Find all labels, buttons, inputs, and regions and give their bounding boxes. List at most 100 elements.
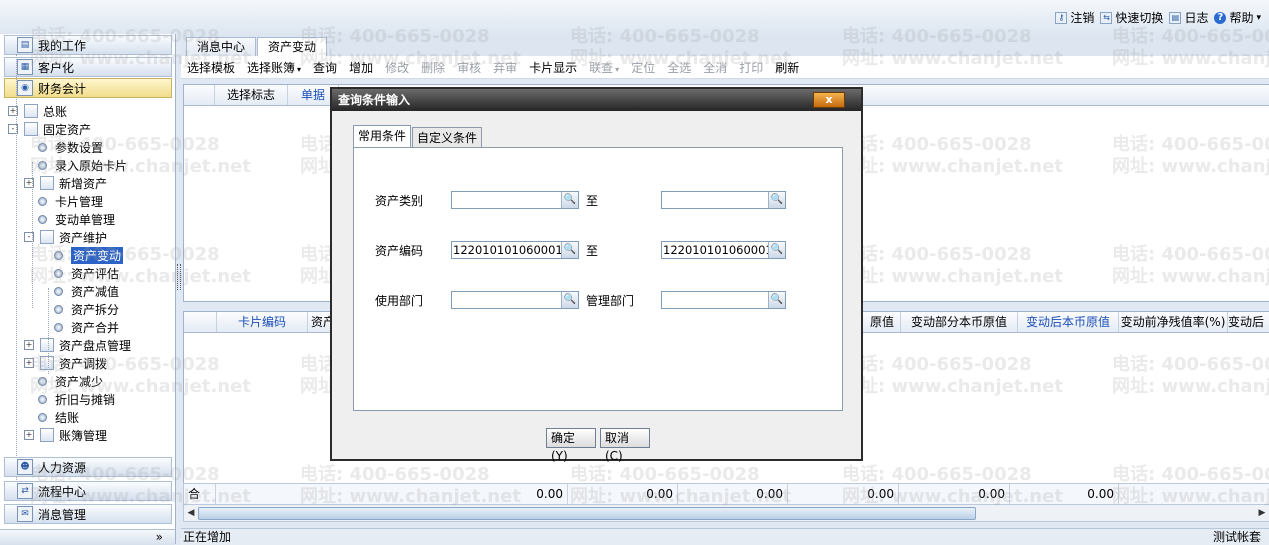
dialog-title-bar: 查询条件输入 — [332, 89, 861, 111]
scroll-left-icon[interactable]: ◀ — [184, 505, 198, 521]
tree-item-label: 资产变动 — [71, 246, 124, 264]
tree-item[interactable]: 资产减值 — [40, 282, 119, 300]
scroll-right-icon[interactable]: ▶ — [1255, 505, 1269, 521]
query-dialog: 查询条件输入 x 常用条件 自定义条件 资产类别 🔍 至 🔍 资产编码 1220… — [330, 87, 863, 463]
tree-item[interactable]: 参数设置 — [24, 138, 103, 156]
expand-icon[interactable]: + — [24, 430, 34, 440]
nav-finance[interactable]: ◉ 财务会计 — [4, 78, 172, 98]
toolbar-button[interactable]: 弃审 — [487, 59, 523, 76]
toolbar-button[interactable]: 联查 ▾ — [583, 59, 625, 76]
scroll-thumb[interactable] — [198, 507, 976, 520]
nav-hr[interactable]: ☻ 人力资源 — [4, 457, 172, 477]
manage-dept-input[interactable]: 🔍 — [661, 291, 786, 309]
search-icon[interactable]: 🔍 — [561, 292, 578, 308]
toolbar-button-label: 选择模板 — [187, 60, 236, 75]
tree-item[interactable]: 资产评估 — [40, 264, 119, 282]
tree-item[interactable]: 结账 — [24, 408, 79, 426]
header-link-switch[interactable]: ⇆ 快速切换 — [1100, 9, 1163, 26]
toolbar-button[interactable]: 选择模板 — [181, 59, 241, 76]
toolbar-button[interactable]: 卡片显示 — [523, 59, 583, 76]
tree-item[interactable]: + 资产盘点管理 — [24, 336, 131, 354]
search-icon[interactable]: 🔍 — [561, 192, 578, 208]
tree-item[interactable]: 资产合并 — [40, 318, 119, 336]
switch-icon: ⇆ — [1100, 11, 1113, 24]
header-link-label: 注销 — [1070, 11, 1095, 25]
button-label: 取消(C) — [605, 431, 630, 463]
tab-asset-change[interactable]: 资产变动 — [257, 37, 328, 58]
tree-item[interactable]: - 资产维护 — [24, 228, 107, 246]
tree-item[interactable]: + 账簿管理 — [24, 426, 107, 444]
tab-common-conditions[interactable]: 常用条件 — [353, 125, 412, 148]
dialog-close-button[interactable]: x — [813, 92, 845, 108]
tree-item[interactable]: 资产变动 — [40, 246, 124, 264]
nav-message[interactable]: ✉ 消息管理 — [4, 504, 172, 524]
sidebar-collapse[interactable]: » — [0, 529, 175, 545]
asset-code-from-input[interactable]: 122010101060001 🔍 — [451, 241, 579, 259]
tab-custom-conditions[interactable]: 自定义条件 — [412, 127, 483, 148]
search-icon[interactable]: 🔍 — [768, 242, 785, 258]
tree-item[interactable]: 资产减少 — [24, 372, 103, 390]
row-indicator-header — [184, 312, 217, 332]
toolbar-button[interactable]: 全选 — [661, 59, 697, 76]
tree-item[interactable]: + 新增资产 — [24, 174, 107, 192]
col-card-code[interactable]: 卡片编码 — [217, 312, 308, 332]
tree-item[interactable]: - 固定资产 — [8, 120, 91, 138]
asset-category-to-input[interactable]: 🔍 — [661, 191, 786, 209]
tree-item[interactable]: + 资产调拨 — [24, 354, 107, 372]
help-icon: ? — [1214, 11, 1227, 24]
chevron-down-icon: ▾ — [297, 64, 302, 74]
toolbar-button[interactable]: 增加 — [343, 59, 379, 76]
asset-category-label: 资产类别 — [375, 194, 424, 208]
cancel-button[interactable]: 取消(C) — [600, 428, 650, 463]
horizontal-scrollbar[interactable]: ◀ ▶ — [183, 504, 1269, 522]
tree-item[interactable]: 录入原始卡片 — [24, 156, 127, 174]
header-link-log[interactable]: ▤ 日志 — [1169, 9, 1208, 26]
toolbar-button[interactable]: 打印 — [733, 59, 769, 76]
asset-code-to-input[interactable]: 122010101060001 🔍 — [661, 241, 786, 259]
toolbar-button[interactable]: 选择账簿 ▾ — [241, 59, 307, 76]
nav-flow-center[interactable]: ⇄ 流程中心 — [4, 481, 172, 501]
tree-item[interactable]: 折旧与摊销 — [24, 390, 115, 408]
toolbar-button[interactable]: 修改 — [379, 59, 415, 76]
search-icon[interactable]: 🔍 — [561, 242, 578, 258]
col-after-change[interactable]: 变动后 — [1228, 312, 1269, 332]
col-original-value[interactable]: 原值 — [864, 312, 901, 332]
expand-icon[interactable]: + — [24, 358, 34, 368]
toolbar-button[interactable]: 刷新 — [769, 59, 805, 76]
nav-customize[interactable]: ▦ 客户化 — [4, 57, 172, 77]
ok-button[interactable]: 确定(Y) — [546, 428, 596, 463]
splitter[interactable] — [176, 34, 181, 544]
toolbar-button-label: 修改 — [385, 60, 410, 75]
toolbar-button[interactable]: 查询 — [307, 59, 343, 76]
tab-bar: 消息中心 资产变动 — [181, 34, 1269, 58]
header-link-key[interactable]: ⚷ 注销 — [1055, 9, 1094, 26]
nav-my-work[interactable]: ▤ 我的工作 — [4, 35, 172, 55]
summary-row: 合计 0.00 0.00 0.00 0.00 0.00 0.00 — [183, 483, 1269, 521]
folder-icon — [24, 122, 38, 136]
header-link-help[interactable]: ? 帮助 ▾ — [1214, 9, 1261, 26]
expand-icon[interactable]: + — [24, 340, 34, 350]
col-change-part-value[interactable]: 变动部分本币原值 — [901, 312, 1018, 332]
col-before-residual-rate[interactable]: 变动前净残值率(%) — [1119, 312, 1228, 332]
tree-item-label: 资产减值 — [71, 284, 120, 299]
asset-category-from-input[interactable]: 🔍 — [451, 191, 579, 209]
tab-label: 常用条件 — [358, 129, 407, 143]
col-after-change-value[interactable]: 变动后本币原值 — [1018, 312, 1119, 332]
search-icon[interactable]: 🔍 — [768, 192, 785, 208]
tree-item-label: 资产减少 — [55, 374, 104, 389]
field-value: 122010101060001 — [453, 243, 563, 257]
splitter-grip[interactable] — [177, 264, 181, 290]
toolbar-button[interactable]: 删除 — [415, 59, 451, 76]
tab-message-center[interactable]: 消息中心 — [186, 37, 257, 57]
use-dept-input[interactable]: 🔍 — [451, 291, 579, 309]
tree-item[interactable]: 卡片管理 — [24, 192, 103, 210]
col-select-flag[interactable]: 选择标志 — [215, 85, 288, 105]
tree-item[interactable]: 变动单管理 — [24, 210, 115, 228]
toolbar-button[interactable]: 定位 — [625, 59, 661, 76]
toolbar-button[interactable]: 审核 — [451, 59, 487, 76]
conditions-panel: 资产类别 🔍 至 🔍 资产编码 122010101060001 🔍 至 1220… — [353, 147, 843, 411]
tree-item[interactable]: 资产拆分 — [40, 300, 119, 318]
flow-icon: ⇄ — [17, 483, 33, 499]
toolbar-button[interactable]: 全消 — [697, 59, 733, 76]
search-icon[interactable]: 🔍 — [768, 292, 785, 308]
